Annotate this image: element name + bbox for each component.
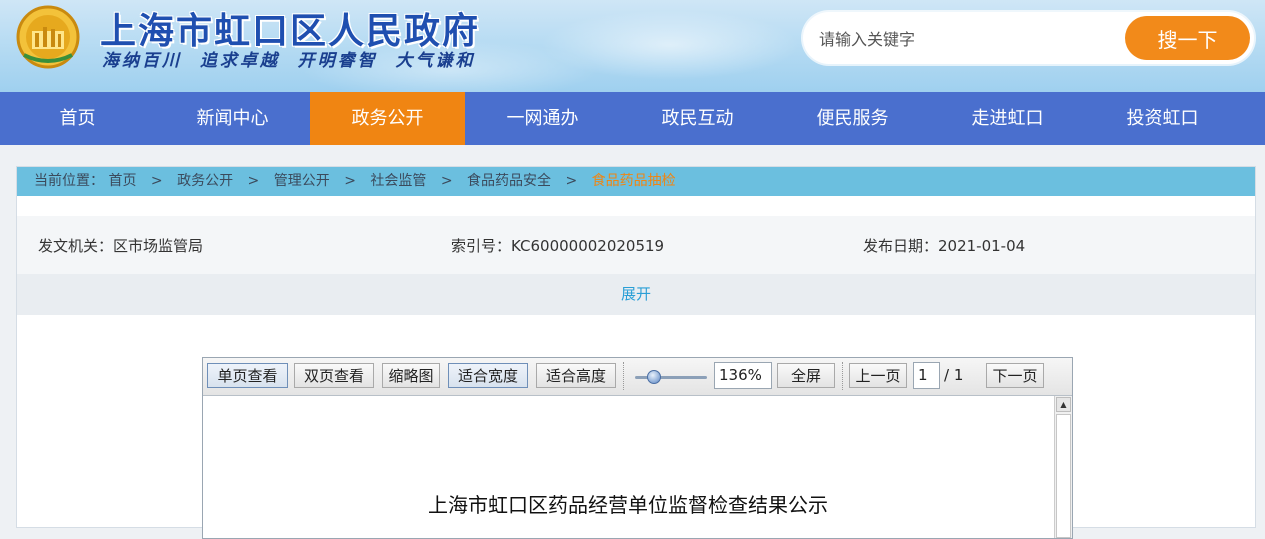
breadcrumb-separator: > xyxy=(247,173,260,189)
fullscreen-button[interactable]: 全屏 xyxy=(777,363,835,388)
meta-publish-date: 发布日期：2021-01-04 xyxy=(863,237,1026,255)
content-frame: 当前位置： 首页 > 政务公开 > 管理公开 > 社会监管 > 食品药品安全 >… xyxy=(16,166,1256,539)
meta-issuer: 发文机关：区市场监管局 xyxy=(38,237,204,255)
scrollbar-thumb[interactable] xyxy=(1056,414,1071,538)
zoom-slider-handle[interactable] xyxy=(647,370,661,384)
search-button[interactable]: 搜一下 xyxy=(1125,16,1250,60)
single-page-button[interactable]: 单页查看 xyxy=(207,363,288,388)
next-page-button[interactable]: 下一页 xyxy=(986,363,1044,388)
nav-item-news[interactable]: 新闻中心 xyxy=(155,92,310,145)
breadcrumb: 当前位置： 首页 > 政务公开 > 管理公开 > 社会监管 > 食品药品安全 >… xyxy=(17,167,1255,196)
main-nav: 首页 新闻中心 政务公开 一网通办 政民互动 便民服务 走进虹口 投资虹口 xyxy=(0,92,1265,145)
breadcrumb-separator: > xyxy=(565,173,578,189)
zoom-slider[interactable] xyxy=(635,376,707,379)
nav-item-one-stop[interactable]: 一网通办 xyxy=(465,92,620,145)
meta-index-number: 索引号：KC60000002020519 xyxy=(451,237,665,255)
thumbnail-button[interactable]: 缩略图 xyxy=(382,363,440,388)
viewer-toolbar: 单页查看 双页查看 缩略图 适合宽度 适合高度 136% 全屏 上一页 1 / … xyxy=(203,358,1072,396)
search-box: 搜一下 xyxy=(803,12,1254,64)
document-page: 上海市虹口区药品经营单位监督检查结果公示 xyxy=(203,396,1053,538)
document-title: 上海市虹口区药品经营单位监督检查结果公示 xyxy=(428,493,828,517)
expand-toggle[interactable]: 展开 xyxy=(17,274,1255,315)
site-slogan: 海纳百川 追求卓越 开明睿智 大气谦和 xyxy=(102,51,476,71)
nav-item-home[interactable]: 首页 xyxy=(0,92,155,145)
breadcrumb-current[interactable]: 食品药品抽检 xyxy=(592,167,676,196)
scroll-up-icon[interactable]: ▲ xyxy=(1056,397,1071,412)
breadcrumb-item-gov-affairs[interactable]: 政务公开 xyxy=(177,167,233,196)
breadcrumb-label: 当前位置： xyxy=(34,173,104,189)
double-page-button[interactable]: 双页查看 xyxy=(294,363,374,388)
previous-page-button[interactable]: 上一页 xyxy=(849,363,907,388)
breadcrumb-item-home[interactable]: 首页 xyxy=(108,167,136,196)
fit-height-button[interactable]: 适合高度 xyxy=(536,363,616,388)
breadcrumb-item-food-drug[interactable]: 食品药品安全 xyxy=(467,167,551,196)
site-header: 上海市虹口区人民政府 海纳百川 追求卓越 开明睿智 大气谦和 搜一下 xyxy=(0,0,1265,92)
nav-item-invest[interactable]: 投资虹口 xyxy=(1085,92,1240,145)
breadcrumb-item-management[interactable]: 管理公开 xyxy=(274,167,330,196)
page-total: / 1 xyxy=(944,366,964,384)
fit-width-button[interactable]: 适合宽度 xyxy=(448,363,528,388)
search-input[interactable] xyxy=(817,24,1111,54)
breadcrumb-separator: > xyxy=(150,173,163,189)
nav-item-about[interactable]: 走进虹口 xyxy=(930,92,1085,145)
zoom-level-field[interactable]: 136% xyxy=(714,362,772,389)
government-emblem-icon[interactable] xyxy=(14,5,82,69)
toolbar-divider xyxy=(623,362,624,390)
viewer-scrollbar[interactable]: ▲ xyxy=(1054,396,1072,538)
breadcrumb-separator: > xyxy=(344,173,356,189)
document-meta: 发文机关：区市场监管局 索引号：KC60000002020519 发布日期：20… xyxy=(17,216,1255,274)
toolbar-divider xyxy=(842,362,843,390)
nav-item-interaction[interactable]: 政民互动 xyxy=(620,92,775,145)
pdf-viewer: 单页查看 双页查看 缩略图 适合宽度 适合高度 136% 全屏 上一页 1 / … xyxy=(202,357,1073,539)
nav-item-services[interactable]: 便民服务 xyxy=(775,92,930,145)
nav-item-gov-affairs[interactable]: 政务公开 xyxy=(310,92,465,145)
page-number-input[interactable]: 1 xyxy=(913,362,940,389)
breadcrumb-separator: > xyxy=(440,173,453,189)
breadcrumb-item-supervision[interactable]: 社会监管 xyxy=(370,167,426,196)
